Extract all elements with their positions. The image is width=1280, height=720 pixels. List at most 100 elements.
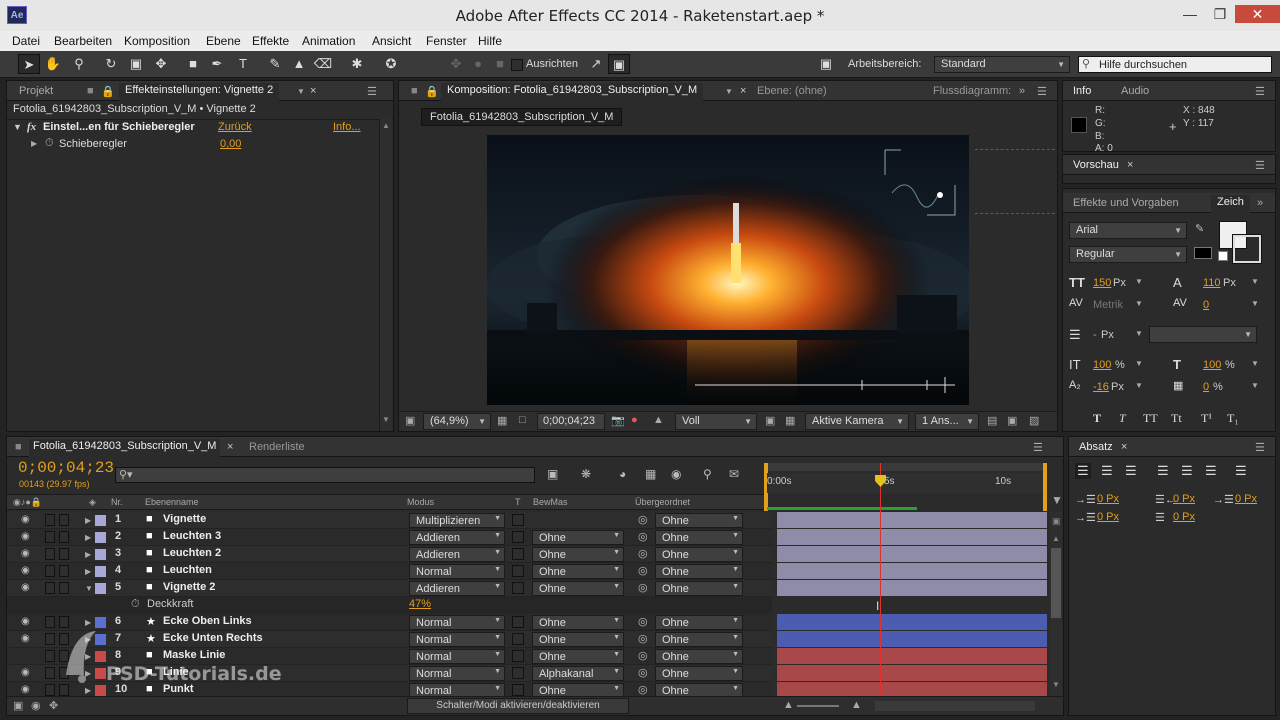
comp-button-icon[interactable]: ▼ xyxy=(1051,493,1063,509)
timeline-timecode[interactable]: 0;00;04;23 xyxy=(18,459,114,477)
menu-datei[interactable]: Datei xyxy=(12,34,40,48)
timeline-scroll-thumb[interactable] xyxy=(1051,548,1061,618)
menu-fenster[interactable]: Fenster xyxy=(426,34,467,48)
clone-tool-icon[interactable]: ▲ xyxy=(288,54,310,74)
pick-whip-icon[interactable]: ◎ xyxy=(638,530,648,543)
camera-select[interactable]: Aktive Kamera xyxy=(805,413,909,430)
indent-right-value[interactable]: 0 Px xyxy=(1173,493,1195,505)
parent-select[interactable]: Ohne xyxy=(655,632,743,647)
label-color-swatch[interactable] xyxy=(95,549,106,560)
visibility-eye-icon[interactable]: ◉ xyxy=(21,616,30,627)
views-select[interactable]: 1 Ans... xyxy=(915,413,979,430)
pen-tool-icon[interactable]: ✒ xyxy=(206,54,228,74)
axis-mode-icon[interactable]: ✥ xyxy=(445,54,467,74)
timeline-menu-icon[interactable]: ■ xyxy=(15,441,22,453)
solo-checkbox[interactable] xyxy=(45,667,55,679)
kerning-dropdown-icon[interactable]: ▼ xyxy=(1135,299,1143,308)
blend-mode-select[interactable]: Normal xyxy=(409,615,505,630)
timeline-hscrollbar[interactable] xyxy=(875,701,1035,711)
zoom-slider[interactable] xyxy=(797,705,839,707)
layer-expand-icon[interactable]: ▶ xyxy=(85,567,91,576)
comp-name-chip[interactable]: Fotolia_61942803_Subscription_V_M xyxy=(421,108,623,126)
text-tool-icon[interactable]: T xyxy=(232,54,254,74)
small-caps-button[interactable]: Tt xyxy=(1171,411,1182,426)
font-size-dropdown-icon[interactable]: ▼ xyxy=(1135,277,1143,286)
pan-behind-tool-icon[interactable]: ✥ xyxy=(150,54,172,74)
visibility-eye-icon[interactable]: ◉ xyxy=(21,667,30,678)
align-center-icon[interactable]: ☰ xyxy=(1101,463,1113,479)
solo-checkbox[interactable] xyxy=(45,531,55,543)
vertical-scale-dropdown-icon[interactable]: ▼ xyxy=(1135,359,1143,368)
comp-lock-icon[interactable]: 🔒 xyxy=(425,85,439,98)
layer-name[interactable]: Leuchten xyxy=(163,564,212,576)
tab-dropdown-icon[interactable]: ▼ xyxy=(297,87,305,96)
track-matte-select[interactable]: Ohne xyxy=(532,649,624,664)
tab-audio[interactable]: Audio xyxy=(1121,85,1149,97)
property-row[interactable]: ⏱ Deckkraft 47% xyxy=(7,597,772,614)
pick-whip-icon[interactable]: ◎ xyxy=(638,581,648,594)
space-after-value[interactable]: 0 Px xyxy=(1173,511,1195,523)
preserve-transparency-checkbox[interactable] xyxy=(512,650,524,662)
menu-effekte[interactable]: Effekte xyxy=(252,34,289,48)
pick-whip-icon[interactable]: ◎ xyxy=(638,666,648,679)
preserve-transparency-checkbox[interactable] xyxy=(512,616,524,628)
tsume-dropdown-icon[interactable]: ▼ xyxy=(1251,381,1259,390)
selection-tool-icon[interactable]: ➤ xyxy=(18,54,40,74)
in-out-panel-icon[interactable]: ✥ xyxy=(49,699,58,712)
superscript-button[interactable]: T¹ xyxy=(1201,411,1212,426)
zoom-in-icon[interactable]: ▲ xyxy=(851,699,862,711)
export-icon[interactable]: ▣ xyxy=(1007,414,1017,427)
blend-mode-select[interactable]: Addieren xyxy=(409,530,505,545)
track-matte-select[interactable]: Ohne xyxy=(532,581,624,596)
horizontal-scale-value[interactable]: 100 xyxy=(1203,359,1221,371)
preserve-transparency-checkbox[interactable] xyxy=(512,531,524,543)
timeline-scroll-up-icon[interactable]: ▲ xyxy=(1052,534,1060,543)
layer-duration-bar[interactable] xyxy=(777,580,1047,596)
font-style-select[interactable]: Regular xyxy=(1069,246,1187,263)
solo-checkbox[interactable] xyxy=(45,582,55,594)
space-before-value[interactable]: 0 Px xyxy=(1097,511,1119,523)
fast-preview-icon[interactable]: ▣ xyxy=(765,414,775,427)
solo-checkbox[interactable] xyxy=(45,565,55,577)
table-row[interactable]: ◉ ▶ 1 ■ Vignette Multiplizieren ◎ Ohne xyxy=(7,512,772,529)
lock-checkbox[interactable] xyxy=(59,548,69,560)
stroke-width-value[interactable]: - xyxy=(1093,329,1097,341)
visibility-eye-icon[interactable]: ◉ xyxy=(21,565,30,576)
tab-projekt[interactable]: Projekt xyxy=(19,85,53,97)
parent-select[interactable]: Ohne xyxy=(655,666,743,681)
timeline-scroll-down-icon[interactable]: ▼ xyxy=(1052,680,1060,689)
stopwatch-icon[interactable]: ⏱ xyxy=(45,137,54,150)
col-layer-name[interactable]: Ebenenname xyxy=(145,497,199,507)
eraser-tool-icon[interactable]: ⌫ xyxy=(312,54,334,74)
graph-editor-icon[interactable]: ⚲ xyxy=(703,467,712,481)
comp-panel-menu-icon[interactable]: ■ xyxy=(411,85,418,97)
blend-mode-select[interactable]: Normal xyxy=(409,632,505,647)
tabs-overflow-icon[interactable]: » xyxy=(1019,85,1025,97)
leading-dropdown-icon[interactable]: ▼ xyxy=(1251,277,1259,286)
timeline-lock-icon[interactable]: ▣ xyxy=(1052,516,1061,527)
table-row[interactable]: ◉ ▼ 5 ■ Vignette 2 Addieren Ohne ◎ Ohne xyxy=(7,580,772,597)
justify-center-icon[interactable]: ☰ xyxy=(1181,463,1193,479)
leading-value[interactable]: 110 xyxy=(1203,277,1221,289)
close-icon[interactable]: ✕ xyxy=(1235,5,1280,23)
table-row[interactable]: ◉ ▶ 4 ■ Leuchten Normal Ohne ◎ Ohne xyxy=(7,563,772,580)
lock-icon[interactable]: 🔒 xyxy=(101,85,115,98)
blend-mode-select[interactable]: Multiplizieren xyxy=(409,513,505,528)
timeline-scrollbar[interactable]: ▣ ▲ ▼ xyxy=(1050,512,1062,696)
pick-whip-icon[interactable]: ◎ xyxy=(638,513,648,526)
color-channel-icon[interactable]: ▲ xyxy=(653,414,664,426)
solo-checkbox[interactable] xyxy=(45,514,55,526)
layer-search-input[interactable]: ⚲▾ xyxy=(115,467,535,483)
parent-select[interactable]: Ohne xyxy=(655,615,743,630)
time-ruler[interactable]: 0:00s 5s 10s xyxy=(767,473,1043,493)
snap-frame-icon[interactable]: ▣ xyxy=(608,54,630,74)
menu-komposition[interactable]: Komposition xyxy=(124,34,190,48)
layer-name[interactable]: Vignette 2 xyxy=(163,581,215,593)
preserve-transparency-checkbox[interactable] xyxy=(512,633,524,645)
layer-name[interactable]: Leuchten 3 xyxy=(163,530,221,542)
layer-duration-bar[interactable] xyxy=(777,665,1047,681)
kerning-value[interactable]: Metrik xyxy=(1093,299,1123,311)
layer-duration-bar[interactable] xyxy=(777,631,1047,647)
horizontal-scale-dropdown-icon[interactable]: ▼ xyxy=(1251,359,1259,368)
visibility-eye-icon[interactable]: ◉ xyxy=(21,582,30,593)
